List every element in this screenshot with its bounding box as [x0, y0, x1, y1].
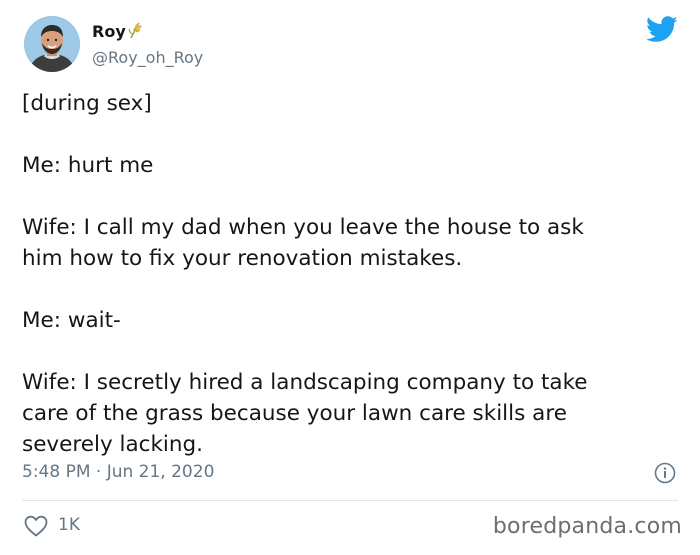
divider — [22, 500, 678, 501]
heart-icon[interactable] — [24, 515, 48, 541]
author-name-text: Roy — [92, 22, 126, 41]
tweet-line: care of the grass because your lawn care… — [22, 401, 567, 426]
tweet-timestamp[interactable]: 5:48 PM · Jun 21, 2020 — [22, 462, 214, 482]
tweet-line: Wife: I call my dad when you leave the h… — [22, 215, 584, 240]
avatar[interactable] — [24, 16, 80, 72]
tweet-line: Me: hurt me — [22, 153, 154, 178]
author-handle[interactable]: @Roy_oh_Roy — [92, 48, 203, 67]
tweet-text: [during sex] Me: hurt me Wife: I call my… — [22, 88, 672, 460]
tweet-line-gap — [22, 274, 672, 305]
tweet-line-gap — [22, 181, 672, 212]
author-name[interactable]: Roy — [92, 21, 142, 43]
info-icon[interactable] — [654, 462, 676, 488]
wheat-icon — [128, 21, 142, 43]
tweet-line-gap — [22, 336, 672, 367]
tweet-line: him how to fix your renovation mistakes. — [22, 246, 463, 271]
tweet-line-gap — [22, 119, 672, 150]
tweet-line: Me: wait- — [22, 308, 121, 333]
tweet-line: severely lacking. — [22, 432, 204, 457]
like-count[interactable]: 1K — [58, 515, 80, 535]
tweet-card: Roy @Roy_oh_Roy [during sex] Me: hurt me… — [0, 0, 700, 555]
twitter-logo-icon[interactable] — [646, 16, 678, 47]
watermark: boredpanda.com — [492, 514, 682, 539]
tweet-line: [during sex] — [22, 91, 152, 116]
tweet-line: Wife: I secretly hired a landscaping com… — [22, 370, 588, 395]
